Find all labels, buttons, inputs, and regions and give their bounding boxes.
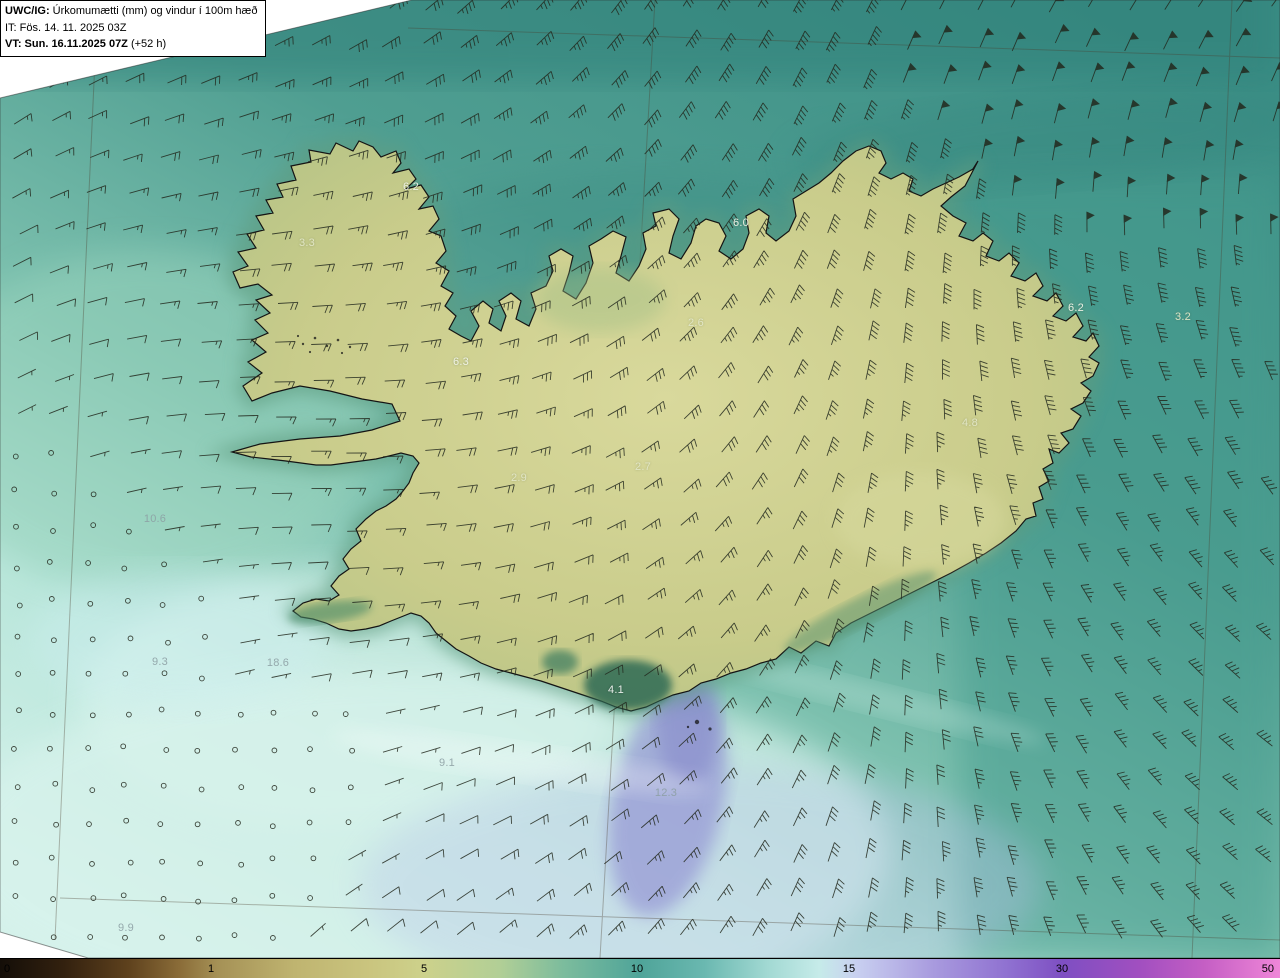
colorbar-tick-label: 15 xyxy=(842,963,856,975)
map-title: Úrkomumætti (mm) og vindur í 100m hæð xyxy=(52,5,258,17)
colorbar-tick-label: 1 xyxy=(207,963,215,975)
colorbar-tick-label: 50 xyxy=(1261,963,1274,975)
model-label: UWC/IG: xyxy=(5,5,50,17)
valid-time-line: VT: Sun. 16.11.2025 07Z (+52 h) xyxy=(5,36,257,53)
weather-map-product: 6.2 3.3 6.0 2.6 6.3 6.2 3.2 4.8 2.9 2.7 10.6 9.3 18.… xyxy=(0,0,1280,978)
colorbar-tick-label: 30 xyxy=(1055,963,1069,975)
colorbar-legend: 0 1 5 10 15 30 50 xyxy=(0,958,1280,978)
valid-time: VT: Sun. 16.11.2025 07Z xyxy=(5,38,128,50)
colorbar-tick-label: 5 xyxy=(420,963,428,975)
map-area: 6.2 3.3 6.0 2.6 6.3 6.2 3.2 4.8 2.9 2.7 10.6 9.3 18.… xyxy=(0,0,1280,958)
colorbar-tick-label: 10 xyxy=(630,963,644,975)
weather-map-canvas xyxy=(0,0,1280,958)
init-time: IT: Fös. 14. 11. 2025 03Z xyxy=(5,21,127,34)
title-box: UWC/IG: Úrkomumætti (mm) og vindur í 100… xyxy=(0,0,267,57)
title-line: UWC/IG: Úrkomumætti (mm) og vindur í 100… xyxy=(5,3,257,20)
valid-offset: (+52 h) xyxy=(130,38,167,50)
colorbar-tick-label: 0 xyxy=(4,963,11,975)
